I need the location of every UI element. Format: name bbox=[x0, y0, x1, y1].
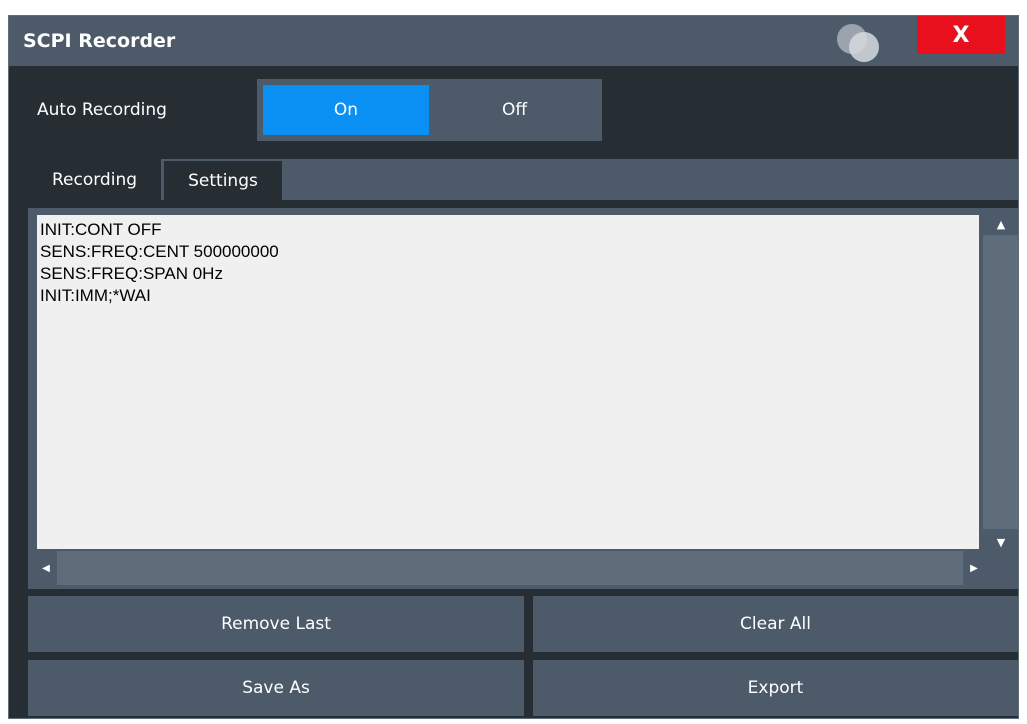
save-as-button[interactable]: Save As bbox=[28, 660, 524, 716]
vertical-scrollbar[interactable]: ▲ ▼ bbox=[983, 215, 1018, 564]
auto-recording-label: Auto Recording bbox=[37, 100, 167, 120]
command-line: INIT:IMM;*WAI bbox=[40, 286, 151, 305]
horizontal-scrollbar[interactable]: ◀ ▶ bbox=[37, 551, 983, 585]
auto-recording-toggle: On Off bbox=[257, 79, 602, 141]
command-line: SENS:FREQ:SPAN 0Hz bbox=[40, 264, 223, 283]
toggle-off-button[interactable]: Off bbox=[433, 85, 596, 135]
export-button[interactable]: Export bbox=[533, 660, 1018, 716]
close-button[interactable]: X bbox=[917, 16, 1005, 54]
overlapping-circles-icon bbox=[831, 20, 881, 64]
remove-last-button[interactable]: Remove Last bbox=[28, 596, 524, 652]
arrow-right-icon[interactable]: ▶ bbox=[965, 551, 983, 585]
dialog-title: SCPI Recorder bbox=[23, 30, 176, 52]
title-bar: SCPI Recorder X bbox=[9, 16, 1018, 66]
arrow-down-icon[interactable]: ▼ bbox=[991, 533, 1011, 551]
tab-settings[interactable]: Settings bbox=[164, 161, 282, 200]
horizontal-scroll-track[interactable] bbox=[57, 551, 963, 585]
arrow-up-icon[interactable]: ▲ bbox=[991, 215, 1011, 233]
command-line: SENS:FREQ:CENT 500000000 bbox=[40, 242, 279, 261]
tab-divider bbox=[28, 200, 1018, 208]
tab-recording[interactable]: Recording bbox=[28, 159, 161, 200]
toggle-on-button[interactable]: On bbox=[263, 85, 429, 135]
scpi-recorder-dialog: SCPI Recorder X Auto Recording On Off Re… bbox=[8, 15, 1019, 719]
command-line: INIT:CONT OFF bbox=[40, 220, 162, 239]
recorded-commands-textarea[interactable]: INIT:CONT OFF SENS:FREQ:CENT 500000000 S… bbox=[37, 215, 979, 549]
clear-all-button[interactable]: Clear All bbox=[533, 596, 1018, 652]
tab-panel: Recording Settings INIT:CONT OFF SENS:FR… bbox=[28, 159, 1018, 589]
vertical-scroll-track[interactable] bbox=[983, 235, 1018, 529]
arrow-left-icon[interactable]: ◀ bbox=[37, 551, 55, 585]
